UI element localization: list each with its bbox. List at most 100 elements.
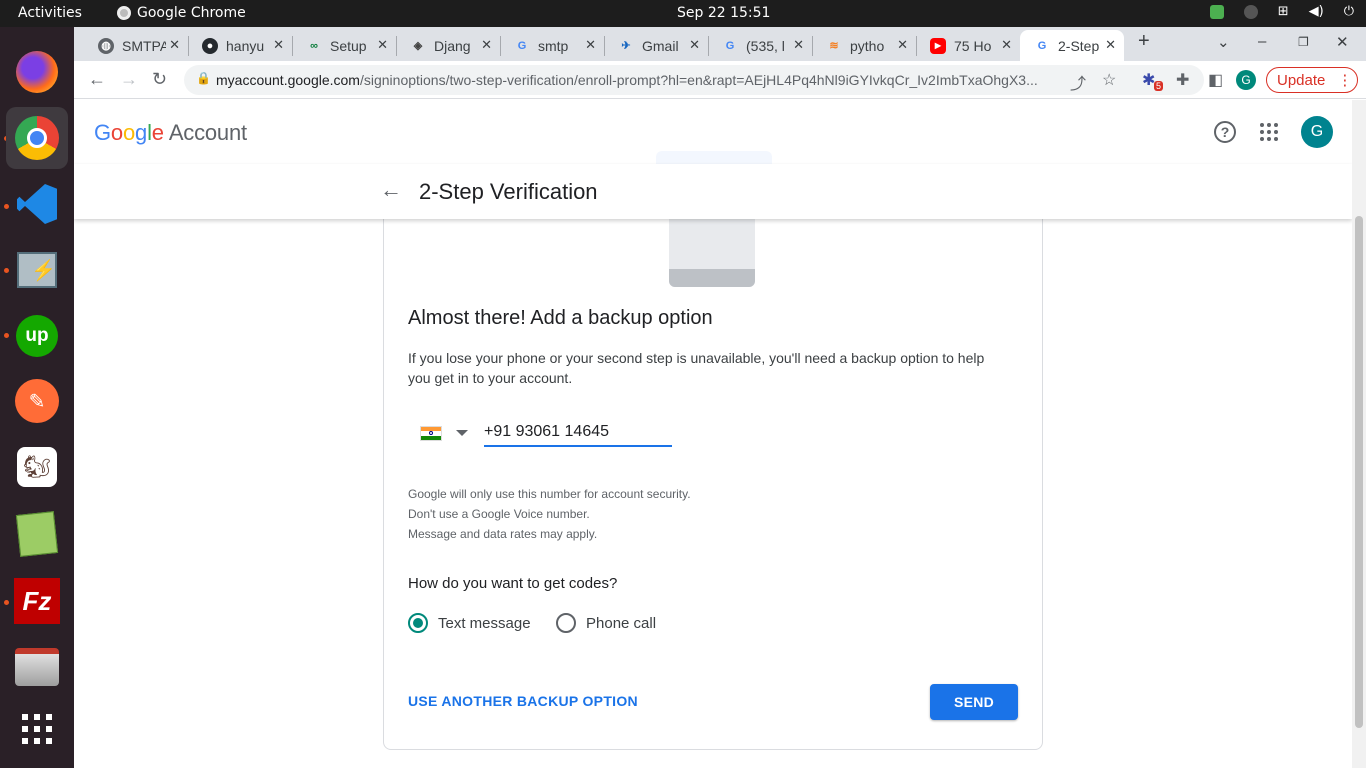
tab[interactable]: ✈ Gmail ✕ [604, 30, 708, 61]
postman-icon[interactable]: ✎ [13, 377, 61, 425]
share-icon[interactable]: ⤴ [1070, 70, 1086, 94]
scrollbar-thumb[interactable] [1355, 216, 1363, 728]
tab-title: (535, l [746, 37, 785, 54]
tab-active[interactable]: G 2-Step ✕ [1020, 30, 1124, 61]
dropdown-caret-icon[interactable] [456, 430, 468, 436]
phone-call-radio[interactable]: Phone call [556, 613, 656, 633]
app-grid-icon[interactable] [13, 705, 61, 753]
google-apps-icon[interactable] [1260, 123, 1278, 141]
google-wordmark: Google [94, 120, 164, 145]
tab[interactable]: ◈ Djang ✕ [396, 30, 500, 61]
upwork-icon[interactable]: up [13, 312, 61, 360]
radio-selected-icon[interactable] [408, 613, 428, 633]
tab[interactable]: ∞ Setup ✕ [292, 30, 396, 61]
phone-disclaimer: Google will only use this number for acc… [408, 484, 691, 544]
forward-button[interactable]: → [120, 69, 138, 90]
url-host: myaccount.google.com [216, 72, 360, 88]
use-another-backup-option-link[interactable]: USE ANOTHER BACKUP OPTION [408, 693, 638, 709]
disclaimer-line: Message and data rates may apply. [408, 527, 598, 541]
close-icon[interactable]: ✕ [273, 37, 284, 53]
maximize-button[interactable]: ❐ [1298, 35, 1309, 49]
page-scrollbar[interactable] [1352, 100, 1366, 768]
tab-title: Gmail [642, 37, 679, 54]
help-icon[interactable]: ? [1214, 121, 1236, 143]
tab-search-icon[interactable]: ⌄ [1217, 33, 1230, 51]
files-icon[interactable] [13, 643, 61, 691]
network-tool-icon[interactable]: ⚡ [13, 246, 61, 294]
close-icon[interactable]: ✕ [689, 37, 700, 53]
bookmark-star-icon[interactable]: ☆ [1102, 70, 1116, 90]
update-notifier-icon[interactable] [1209, 4, 1224, 19]
google-icon: G [517, 39, 527, 52]
kebab-menu-icon: ⋮ [1337, 72, 1353, 89]
chrome-icon[interactable] [6, 107, 68, 169]
gedit-icon[interactable] [13, 510, 61, 558]
back-arrow-icon[interactable]: ← [380, 177, 402, 203]
tab[interactable]: ● hanyu ✕ [188, 30, 292, 61]
url-path: /signinoptions/two-step-verification/enr… [359, 72, 1038, 88]
app-menu-label: Google Chrome [137, 5, 246, 21]
back-button[interactable]: ← [88, 69, 106, 90]
lock-icon[interactable]: 🔒 [196, 71, 211, 85]
tab[interactable]: ▶ 75 Ho ✕ [916, 30, 1020, 61]
close-icon[interactable]: ✕ [169, 37, 180, 53]
update-button[interactable]: Update ⋮ [1266, 67, 1358, 93]
app-menu[interactable]: Google Chrome [117, 5, 246, 21]
tab-title: smtp [538, 37, 569, 54]
clock[interactable]: Sep 22 15:51 [677, 5, 770, 21]
backup-option-card: Almost there! Add a backup option If you… [383, 151, 1043, 750]
side-panel-icon[interactable]: ◧ [1208, 70, 1223, 90]
activities-button[interactable]: Activities [18, 5, 82, 21]
beekeeper-icon[interactable]: 🐿 [13, 443, 61, 491]
close-icon[interactable]: ✕ [1001, 37, 1012, 53]
system-tray[interactable]: ⊞ ◀) ⏻ [1209, 4, 1354, 19]
address-bar[interactable]: 🔒 myaccount.google.com/signinoptions/two… [184, 65, 1204, 95]
india-flag-icon[interactable] [420, 426, 442, 441]
upwork-tray-icon[interactable] [1243, 4, 1258, 19]
network-icon[interactable]: ⊞ [1278, 4, 1289, 19]
close-icon[interactable]: ✕ [377, 37, 388, 53]
browser-toolbar: ← → ↻ 🔒 myaccount.google.com/signinoptio… [74, 61, 1366, 99]
text-message-radio[interactable]: Text message [408, 613, 531, 633]
tab-title: Setup [330, 37, 367, 54]
page-content: Google Account ? G Almost there! Add a ba… [74, 100, 1352, 768]
card-title: Almost there! Add a backup option [408, 307, 713, 329]
running-indicator [4, 268, 9, 273]
close-icon[interactable]: ✕ [585, 37, 596, 53]
chrome-small-icon [117, 6, 131, 20]
tab[interactable]: G (535, l ✕ [708, 30, 812, 61]
reload-button[interactable]: ↻ [152, 69, 167, 90]
tab[interactable]: ≋ pytho ✕ [812, 30, 916, 61]
tab-title: Djang [434, 37, 471, 54]
running-indicator [4, 600, 9, 605]
close-icon[interactable]: ✕ [793, 37, 804, 53]
disclaimer-line: Don't use a Google Voice number. [408, 507, 590, 521]
close-icon[interactable]: ✕ [897, 37, 908, 53]
tab-title: hanyu [226, 37, 265, 54]
tab-title: SMTPA [122, 37, 166, 54]
send-button[interactable]: SEND [930, 684, 1018, 720]
firefox-icon[interactable] [13, 48, 61, 96]
google-account-logo[interactable]: Google Account [94, 120, 247, 146]
running-indicator [4, 204, 9, 209]
running-indicator [4, 333, 9, 338]
puzzle-icon[interactable]: ✚ [1176, 70, 1189, 90]
volume-icon[interactable]: ◀) [1309, 4, 1324, 19]
close-icon[interactable]: ✕ [481, 37, 492, 53]
minimize-button[interactable]: – [1258, 33, 1266, 50]
radio-unselected-icon[interactable] [556, 613, 576, 633]
google-icon: G [725, 39, 735, 52]
close-icon[interactable]: ✕ [1105, 37, 1116, 53]
profile-avatar[interactable]: G [1236, 70, 1256, 90]
tab[interactable]: ◍ SMTPA ✕ [84, 30, 188, 61]
phone-number-input[interactable] [484, 418, 672, 447]
power-icon[interactable]: ⏻ [1344, 4, 1354, 19]
tab-title: pytho [850, 37, 885, 54]
new-tab-button[interactable]: + [1138, 30, 1150, 53]
window-close-button[interactable]: ✕ [1336, 33, 1349, 51]
vscode-icon[interactable] [13, 180, 61, 228]
account-avatar[interactable]: G [1301, 116, 1333, 148]
tab[interactable]: G smtp ✕ [500, 30, 604, 61]
filezilla-icon[interactable]: Fz [13, 577, 61, 625]
radio-label: Phone call [586, 614, 657, 632]
